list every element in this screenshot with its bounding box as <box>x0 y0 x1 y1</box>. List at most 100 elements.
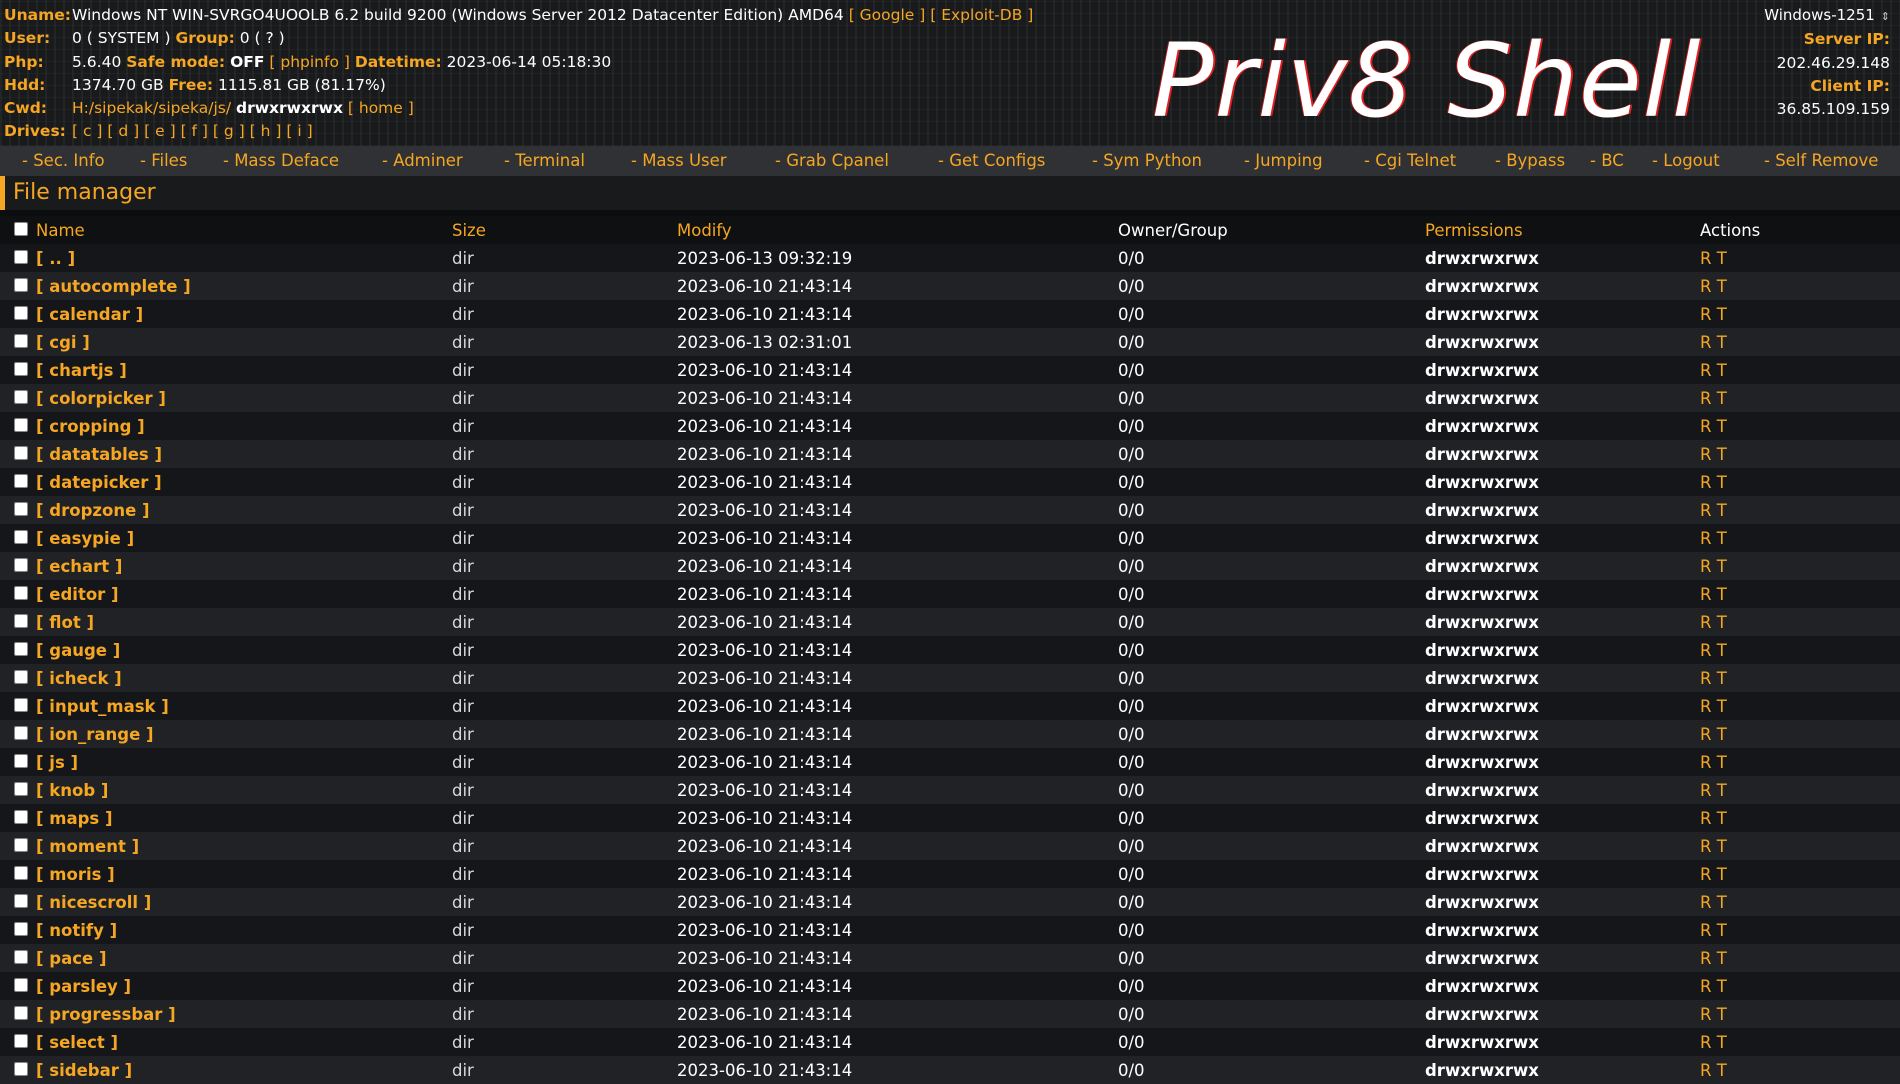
menu-grab-cpanel[interactable]: - Grab Cpanel <box>775 151 889 170</box>
file-permissions[interactable]: drwxrwxrwx <box>1425 501 1539 520</box>
row-checkbox[interactable] <box>14 278 28 292</box>
row-checkbox[interactable] <box>14 950 28 964</box>
row-checkbox[interactable] <box>14 418 28 432</box>
row-checkbox[interactable] <box>14 306 28 320</box>
row-checkbox[interactable] <box>14 642 28 656</box>
row-checkbox[interactable] <box>14 1062 28 1076</box>
cwd-path-link[interactable]: H:/sipekak/sipeka/js/ <box>72 99 231 117</box>
file-name-link[interactable]: [ gauge ] <box>36 641 120 660</box>
menu-cgi-telnet[interactable]: - Cgi Telnet <box>1364 151 1456 170</box>
row-checkbox[interactable] <box>14 362 28 376</box>
file-permissions[interactable]: drwxrwxrwx <box>1425 277 1539 296</box>
file-actions[interactable]: R T <box>1700 1061 1727 1080</box>
file-permissions[interactable]: drwxrwxrwx <box>1425 473 1539 492</box>
file-name-link[interactable]: [ dropzone ] <box>36 501 150 520</box>
file-actions[interactable]: R T <box>1700 613 1727 632</box>
row-checkbox[interactable] <box>14 894 28 908</box>
col-modify[interactable]: Modify <box>677 221 732 240</box>
file-permissions[interactable]: drwxrwxrwx <box>1425 753 1539 772</box>
row-checkbox[interactable] <box>14 838 28 852</box>
file-name-link[interactable]: [ ion_range ] <box>36 725 154 744</box>
file-name-link[interactable]: [ datatables ] <box>36 445 162 464</box>
file-permissions[interactable]: drwxrwxrwx <box>1425 305 1539 324</box>
file-actions[interactable]: R T <box>1700 921 1727 940</box>
col-size[interactable]: Size <box>452 221 486 240</box>
file-permissions[interactable]: drwxrwxrwx <box>1425 445 1539 464</box>
row-checkbox[interactable] <box>14 502 28 516</box>
file-actions[interactable]: R T <box>1700 249 1727 268</box>
file-name-link[interactable]: [ icheck ] <box>36 669 122 688</box>
file-actions[interactable]: R T <box>1700 977 1727 996</box>
file-permissions[interactable]: drwxrwxrwx <box>1425 949 1539 968</box>
file-name-link[interactable]: [ echart ] <box>36 557 122 576</box>
file-actions[interactable]: R T <box>1700 473 1727 492</box>
file-actions[interactable]: R T <box>1700 557 1727 576</box>
file-name-link[interactable]: [ pace ] <box>36 949 107 968</box>
google-link[interactable]: [ Google ] <box>849 6 926 24</box>
row-checkbox[interactable] <box>14 978 28 992</box>
file-name-link[interactable]: [ progressbar ] <box>36 1005 176 1024</box>
file-actions[interactable]: R T <box>1700 809 1727 828</box>
file-permissions[interactable]: drwxrwxrwx <box>1425 697 1539 716</box>
file-actions[interactable]: R T <box>1700 333 1727 352</box>
file-permissions[interactable]: drwxrwxrwx <box>1425 557 1539 576</box>
menu-mass-user[interactable]: - Mass User <box>631 151 727 170</box>
drive-i-link[interactable]: [ i ] <box>286 122 312 140</box>
file-actions[interactable]: R T <box>1700 893 1727 912</box>
row-checkbox[interactable] <box>14 698 28 712</box>
file-name-link[interactable]: [ cgi ] <box>36 333 90 352</box>
row-checkbox[interactable] <box>14 670 28 684</box>
file-name-link[interactable]: [ select ] <box>36 1033 118 1052</box>
file-permissions[interactable]: drwxrwxrwx <box>1425 641 1539 660</box>
file-name-link[interactable]: [ parsley ] <box>36 977 131 996</box>
file-name-link[interactable]: [ input_mask ] <box>36 697 169 716</box>
file-name-link[interactable]: [ moment ] <box>36 837 139 856</box>
file-name-link[interactable]: [ knob ] <box>36 781 108 800</box>
row-checkbox[interactable] <box>14 334 28 348</box>
drive-h-link[interactable]: [ h ] <box>250 122 282 140</box>
file-name-link[interactable]: [ cropping ] <box>36 417 145 436</box>
file-permissions[interactable]: drwxrwxrwx <box>1425 361 1539 380</box>
drive-d-link[interactable]: [ d ] <box>107 122 139 140</box>
file-permissions[interactable]: drwxrwxrwx <box>1425 417 1539 436</box>
file-permissions[interactable]: drwxrwxrwx <box>1425 837 1539 856</box>
file-name-link[interactable]: [ maps ] <box>36 809 113 828</box>
drive-g-link[interactable]: [ g ] <box>213 122 245 140</box>
col-name[interactable]: Name <box>36 221 85 240</box>
file-actions[interactable]: R T <box>1700 753 1727 772</box>
file-name-link[interactable]: [ .. ] <box>36 249 75 268</box>
phpinfo-link[interactable]: [ phpinfo ] <box>269 53 350 71</box>
row-checkbox[interactable] <box>14 390 28 404</box>
file-actions[interactable]: R T <box>1700 501 1727 520</box>
row-checkbox[interactable] <box>14 754 28 768</box>
row-checkbox[interactable] <box>14 866 28 880</box>
file-actions[interactable]: R T <box>1700 417 1727 436</box>
file-actions[interactable]: R T <box>1700 641 1727 660</box>
file-actions[interactable]: R T <box>1700 361 1727 380</box>
file-permissions[interactable]: drwxrwxrwx <box>1425 529 1539 548</box>
file-actions[interactable]: R T <box>1700 305 1727 324</box>
file-name-link[interactable]: [ datepicker ] <box>36 473 162 492</box>
row-checkbox[interactable] <box>14 446 28 460</box>
file-permissions[interactable]: drwxrwxrwx <box>1425 389 1539 408</box>
file-permissions[interactable]: drwxrwxrwx <box>1425 921 1539 940</box>
menu-bc[interactable]: - BC <box>1590 151 1624 170</box>
file-permissions[interactable]: drwxrwxrwx <box>1425 977 1539 996</box>
home-link[interactable]: [ home ] <box>348 99 414 117</box>
file-name-link[interactable]: [ easypie ] <box>36 529 134 548</box>
file-actions[interactable]: R T <box>1700 1033 1727 1052</box>
file-permissions[interactable]: drwxrwxrwx <box>1425 669 1539 688</box>
menu-self-remove[interactable]: - Self Remove <box>1764 151 1878 170</box>
file-permissions[interactable]: drwxrwxrwx <box>1425 1033 1539 1052</box>
drive-c-link[interactable]: [ c ] <box>72 122 102 140</box>
col-permissions[interactable]: Permissions <box>1425 221 1523 240</box>
menu-adminer[interactable]: - Adminer <box>382 151 463 170</box>
menu-terminal[interactable]: - Terminal <box>504 151 585 170</box>
row-checkbox[interactable] <box>14 474 28 488</box>
charset-select[interactable]: Windows-1251 ⇕ <box>1764 4 1890 28</box>
menu-get-configs[interactable]: - Get Configs <box>938 151 1045 170</box>
file-name-link[interactable]: [ notify ] <box>36 921 117 940</box>
row-checkbox[interactable] <box>14 782 28 796</box>
file-permissions[interactable]: drwxrwxrwx <box>1425 865 1539 884</box>
file-permissions[interactable]: drwxrwxrwx <box>1425 893 1539 912</box>
